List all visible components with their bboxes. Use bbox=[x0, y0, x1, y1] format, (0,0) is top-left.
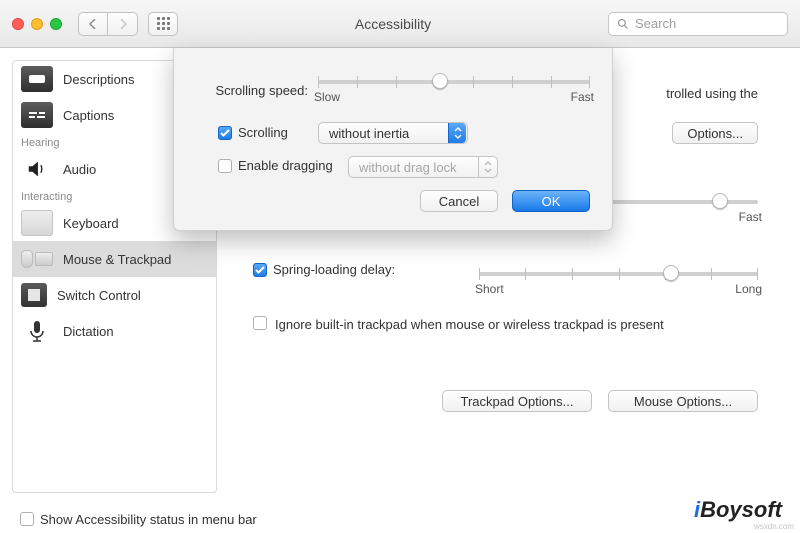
ignore-trackpad-checkbox[interactable] bbox=[253, 316, 267, 330]
ok-button[interactable]: OK bbox=[512, 190, 590, 212]
scrolling-select[interactable]: without inertia bbox=[318, 122, 468, 144]
scrolling-value: without inertia bbox=[329, 126, 409, 141]
sidebar-item-dictation[interactable]: Dictation bbox=[13, 313, 216, 349]
spring-loading-label: Spring-loading delay: bbox=[273, 262, 395, 277]
search-placeholder: Search bbox=[635, 16, 676, 31]
spring-loading-row: Spring-loading delay: Short Long bbox=[253, 262, 758, 277]
sidebar-item-label: Keyboard bbox=[63, 216, 119, 231]
scrolling-label: Scrolling bbox=[238, 125, 288, 140]
captions-icon bbox=[21, 102, 53, 128]
switch-control-icon bbox=[21, 283, 47, 307]
chevron-updown-icon bbox=[448, 123, 466, 143]
slider-max-label: Long bbox=[735, 282, 762, 296]
trackpad-options-button[interactable]: Trackpad Options... bbox=[442, 390, 592, 412]
window-controls bbox=[12, 18, 62, 30]
microphone-icon bbox=[21, 318, 53, 344]
slider-min-label: Short bbox=[475, 282, 504, 296]
slider-min-label: Slow bbox=[314, 90, 340, 104]
window-title: Accessibility bbox=[188, 16, 598, 32]
scrolling-speed-label: Scrolling speed: bbox=[196, 83, 318, 98]
options-row: Trackpad Options... Mouse Options... bbox=[231, 390, 758, 412]
forward-button[interactable] bbox=[108, 12, 138, 36]
zoom-window-icon[interactable] bbox=[50, 18, 62, 30]
scrolling-checkbox[interactable] bbox=[218, 126, 232, 140]
speaker-icon bbox=[21, 156, 53, 182]
sidebar-item-label: Captions bbox=[63, 108, 114, 123]
ignore-trackpad-row: Ignore built-in trackpad when mouse or w… bbox=[253, 316, 758, 334]
show-status-checkbox[interactable] bbox=[20, 512, 34, 526]
ignore-trackpad-label: Ignore built-in trackpad when mouse or w… bbox=[275, 316, 664, 334]
back-button[interactable] bbox=[78, 12, 108, 36]
sidebar-item-label: Switch Control bbox=[57, 288, 141, 303]
search-icon bbox=[617, 18, 629, 30]
watermark-sub: wsxdn.com bbox=[754, 522, 794, 531]
scrolling-speed-slider[interactable]: Slow Fast bbox=[318, 70, 590, 110]
slider-max-label: Fast bbox=[571, 90, 594, 104]
mouse-trackpad-icon bbox=[21, 246, 53, 272]
enable-dragging-checkbox[interactable] bbox=[218, 159, 232, 173]
dragging-value: without drag lock bbox=[359, 160, 457, 175]
sidebar-item-switch-control[interactable]: Switch Control bbox=[13, 277, 216, 313]
footer: Show Accessibility status in menu bar bbox=[0, 505, 800, 533]
obscured-text: trolled using the bbox=[666, 86, 758, 101]
sidebar-item-label: Descriptions bbox=[63, 72, 135, 87]
options-button[interactable]: Options... bbox=[672, 122, 758, 144]
slider-max-label: Fast bbox=[739, 210, 762, 224]
sheet-actions: Cancel OK bbox=[196, 190, 590, 212]
search-input[interactable]: Search bbox=[608, 12, 788, 36]
cancel-button[interactable]: Cancel bbox=[420, 190, 498, 212]
keyboard-icon bbox=[21, 210, 53, 236]
spring-loading-checkbox[interactable] bbox=[253, 263, 267, 277]
minimize-window-icon[interactable] bbox=[31, 18, 43, 30]
show-all-button[interactable] bbox=[148, 12, 178, 36]
show-status-label: Show Accessibility status in menu bar bbox=[40, 512, 257, 527]
grid-icon bbox=[157, 17, 170, 30]
nav-buttons bbox=[78, 12, 138, 36]
trackpad-options-sheet: Scrolling speed: Slow Fast Scrolling wit… bbox=[173, 48, 613, 231]
chevron-updown-icon bbox=[478, 157, 496, 177]
close-window-icon[interactable] bbox=[12, 18, 24, 30]
watermark: iBoysoft bbox=[694, 497, 782, 523]
spring-loading-slider[interactable]: Short Long bbox=[479, 262, 758, 302]
sidebar-item-mouse-trackpad[interactable]: Mouse & Trackpad bbox=[13, 241, 216, 277]
sidebar-item-label: Mouse & Trackpad bbox=[63, 252, 171, 267]
sidebar-item-label: Audio bbox=[63, 162, 96, 177]
toolbar: Accessibility Search bbox=[0, 0, 800, 48]
dragging-select: without drag lock bbox=[348, 156, 498, 178]
enable-dragging-label: Enable dragging bbox=[238, 158, 333, 173]
descriptions-icon bbox=[21, 66, 53, 92]
sidebar-item-label: Dictation bbox=[63, 324, 114, 339]
mouse-options-button[interactable]: Mouse Options... bbox=[608, 390, 758, 412]
